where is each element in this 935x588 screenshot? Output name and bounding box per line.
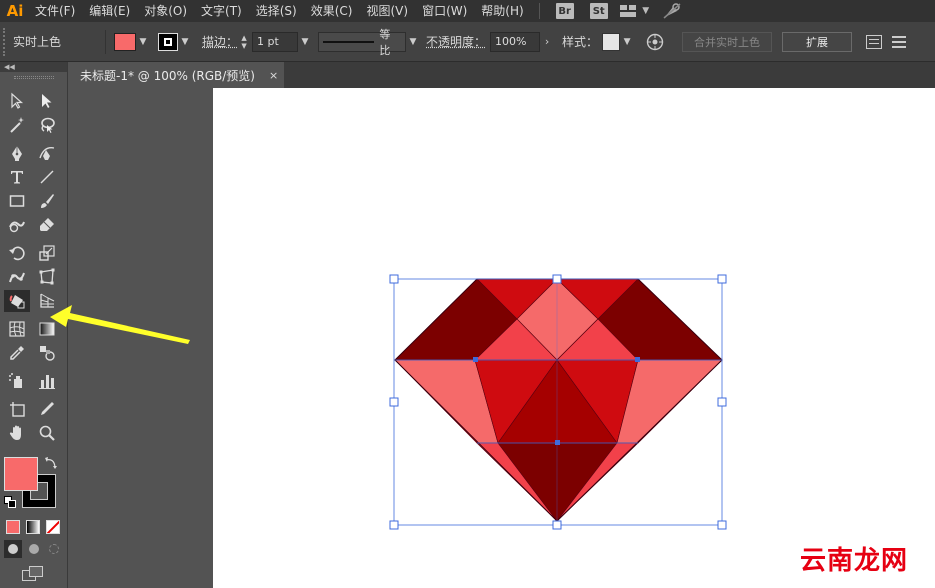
document-tab[interactable]: 未标题-1* @ 100% (RGB/预览) × [70,62,284,88]
slice-tool-icon[interactable] [34,398,60,420]
scale-tool-icon[interactable] [34,242,60,264]
artboard[interactable] [213,88,935,588]
panel-menu-icon[interactable] [892,35,907,48]
stroke-profile-line [323,40,375,43]
opacity-input[interactable]: 100% [490,31,541,52]
column-graph-tool-icon[interactable] [34,370,60,392]
document-tab-title: 未标题-1* @ 100% (RGB/预览) [80,68,255,83]
stock-button[interactable]: St [589,3,608,19]
menu-type[interactable]: 文字(T) [194,0,249,22]
tools-panel-collapse-icon[interactable]: ◀◀ [0,62,67,72]
stroke-swatch[interactable] [158,32,178,51]
fill-dropdown-chevron-icon[interactable]: ▼ [136,33,150,51]
merge-live-paint-button[interactable]: 合并实时上色 [682,31,773,52]
opacity-chevron-icon[interactable]: › [540,33,554,51]
stroke-weight-stepper-icon[interactable]: ▲ ▼ [238,32,250,52]
selection-tool-icon[interactable] [4,90,30,112]
watermark-text: 云南龙网 [800,546,909,576]
stroke-label[interactable]: 描边： [202,33,238,50]
menu-bar: Ai 文件(F) 编辑(E) 对象(O) 文字(T) 选择(S) 效果(C) 视… [0,0,935,22]
selection-type-label: 实时上色 [13,35,62,49]
stroke-profile-chevron-icon[interactable]: ▼ [406,33,420,51]
stroke-profile-select[interactable]: 等比 [318,28,407,57]
eyedropper-tool-icon[interactable] [4,342,30,364]
menu-object[interactable]: 对象(O) [137,0,194,22]
bridge-button[interactable]: Br [555,3,574,19]
annotation-arrow [50,305,190,344]
facet-pavilion-bottom[interactable] [497,442,618,522]
menu-effect[interactable]: 效果(C) [304,0,360,22]
direct-selection-tool-icon[interactable] [34,90,60,112]
zoom-tool-icon[interactable] [34,422,60,444]
none-mode-icon[interactable] [46,520,60,534]
menu-help[interactable]: 帮助(H) [474,0,530,22]
expand-button[interactable]: 扩展 [782,31,853,52]
opacity-label[interactable]: 不透明度： [426,33,486,50]
stroke-weight-input[interactable]: 1 pt [252,31,299,52]
rectangle-tool-icon[interactable] [4,190,30,212]
lasso-tool-icon[interactable] [34,114,60,136]
control-bar: 实时上色 ▼ ▼ 描边： ▲ ▼ 1 pt ▼ 等比 ▼ 不透明度： 100% ›… [0,22,935,62]
document-tab-bar: 未标题-1* @ 100% (RGB/预览) × [70,62,935,88]
menu-edit[interactable]: 编辑(E) [82,0,137,22]
screen-mode-icon[interactable] [22,566,44,582]
draw-normal-icon[interactable] [4,540,22,558]
menu-select[interactable]: 选择(S) [249,0,304,22]
gpu-performance-icon[interactable] [660,0,684,22]
hand-tool-icon[interactable] [4,422,30,444]
recolor-artwork-icon[interactable] [646,33,664,51]
draw-inside-icon[interactable] [45,540,63,558]
color-mode-icon[interactable] [6,520,20,534]
style-swatch[interactable] [602,32,621,51]
magic-wand-tool-icon[interactable] [4,114,30,136]
default-colors-icon[interactable] [4,496,16,508]
divider [105,29,106,54]
stroke-dropdown-chevron-icon[interactable]: ▼ [178,33,192,51]
diamond-artwork[interactable] [213,88,935,588]
type-tool-icon[interactable] [4,166,30,188]
control-bar-grip[interactable] [3,27,9,56]
workspace-layout-icon[interactable] [616,0,640,22]
curvature-tool-icon[interactable] [34,142,60,164]
menu-separator [538,3,540,19]
paintbrush-tool-icon[interactable] [34,190,60,212]
line-segment-tool-icon[interactable] [34,166,60,188]
stroke-profile-label: 等比 [379,27,391,57]
fill-color-box[interactable] [4,457,38,491]
fill-swatch[interactable] [114,32,136,51]
app-logo: Ai [6,2,24,20]
eraser-tool-icon[interactable] [34,214,60,236]
style-chevron-icon[interactable]: ▼ [620,33,634,51]
symbol-sprayer-tool-icon[interactable] [4,370,30,392]
style-label: 样式： [562,35,599,49]
tools-panel-grip[interactable] [14,76,54,79]
live-paint-bucket-tool-icon[interactable] [4,290,30,312]
menu-view[interactable]: 视图(V) [359,0,415,22]
puppet-warp-tool-icon[interactable] [4,266,30,288]
free-transform-tool-icon[interactable] [34,266,60,288]
document-setup-icon[interactable] [866,34,883,49]
menu-window[interactable]: 窗口(W) [415,0,474,22]
gradient-mode-icon[interactable] [26,520,40,534]
mesh-tool-icon[interactable] [4,318,30,340]
pen-tool-icon[interactable] [4,142,30,164]
fill-stroke-swap-icon[interactable] [44,456,58,470]
close-icon[interactable]: × [269,69,278,82]
shaper-tool-icon[interactable] [4,214,30,236]
draw-behind-icon[interactable] [25,540,43,558]
stroke-weight-chevron-icon[interactable]: ▼ [298,33,312,51]
rotate-tool-icon[interactable] [4,242,30,264]
menu-file[interactable]: 文件(F) [28,0,82,22]
artboard-tool-icon[interactable] [4,398,30,420]
chevron-down-icon[interactable]: ▼ [640,0,652,22]
